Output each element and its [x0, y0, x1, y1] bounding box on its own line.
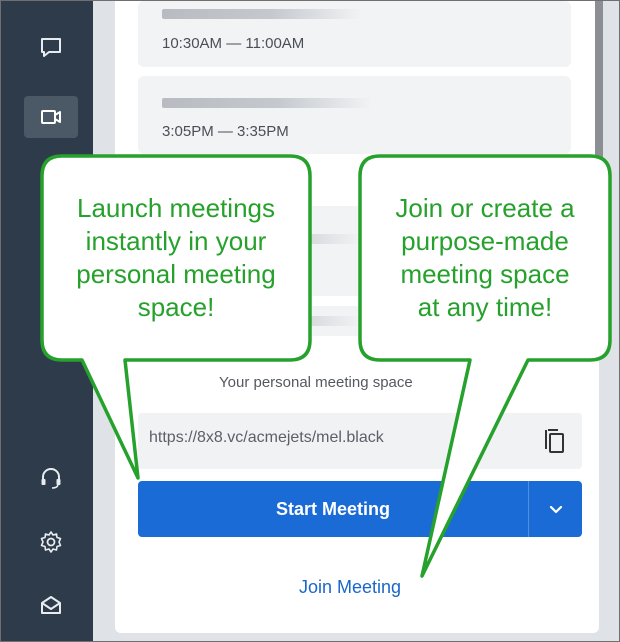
callout-line: space!	[137, 292, 215, 322]
chevron-down-icon	[549, 505, 562, 514]
meeting-time: 10:30AM — 11:00AM	[162, 35, 305, 52]
callout-line: purpose-made	[401, 226, 569, 256]
meeting-card[interactable]: 10:30AM — 11:00AM	[138, 1, 571, 67]
box-icon	[41, 596, 61, 614]
callout-left-text: Launch meetings instantly in your person…	[48, 170, 304, 346]
copy-icon[interactable]	[542, 425, 568, 457]
sidebar-item-video[interactable]	[24, 96, 78, 138]
callout-line: personal meeting	[76, 259, 276, 289]
meeting-card[interactable]: 3:05PM — 3:35PM	[138, 76, 571, 154]
placeholder-title	[162, 9, 362, 19]
sidebar-item-settings[interactable]	[24, 521, 78, 563]
personal-space-url: https://8x8.vc/acmejets/mel.black	[149, 429, 384, 446]
join-meeting-link[interactable]: Join Meeting	[299, 577, 401, 598]
start-meeting-button[interactable]: Start Meeting	[138, 481, 528, 537]
info-icon[interactable]	[472, 373, 494, 395]
callout-line: instantly in your	[85, 226, 267, 256]
callout-line: Join or create a	[395, 193, 575, 223]
sidebar-item-apps[interactable]	[24, 584, 78, 626]
start-meeting-options-button[interactable]	[529, 481, 582, 537]
meeting-time: 3:05PM — 3:35PM	[162, 123, 289, 140]
sidebar-item-chat[interactable]	[24, 27, 78, 69]
placeholder-title	[162, 98, 372, 108]
sidebar-item-support[interactable]	[24, 457, 78, 499]
callout-line: Launch meetings	[76, 193, 276, 223]
video-icon	[41, 110, 61, 124]
headset-icon	[41, 468, 61, 489]
personal-space-label: Your personal meeting space	[219, 374, 413, 391]
callout-right-text: Join or create a purpose-made meeting sp…	[366, 170, 604, 346]
chat-icon	[41, 38, 61, 57]
callout-line: meeting space	[400, 259, 570, 289]
gear-icon	[40, 531, 62, 553]
callout-line: at any time!	[417, 292, 553, 322]
